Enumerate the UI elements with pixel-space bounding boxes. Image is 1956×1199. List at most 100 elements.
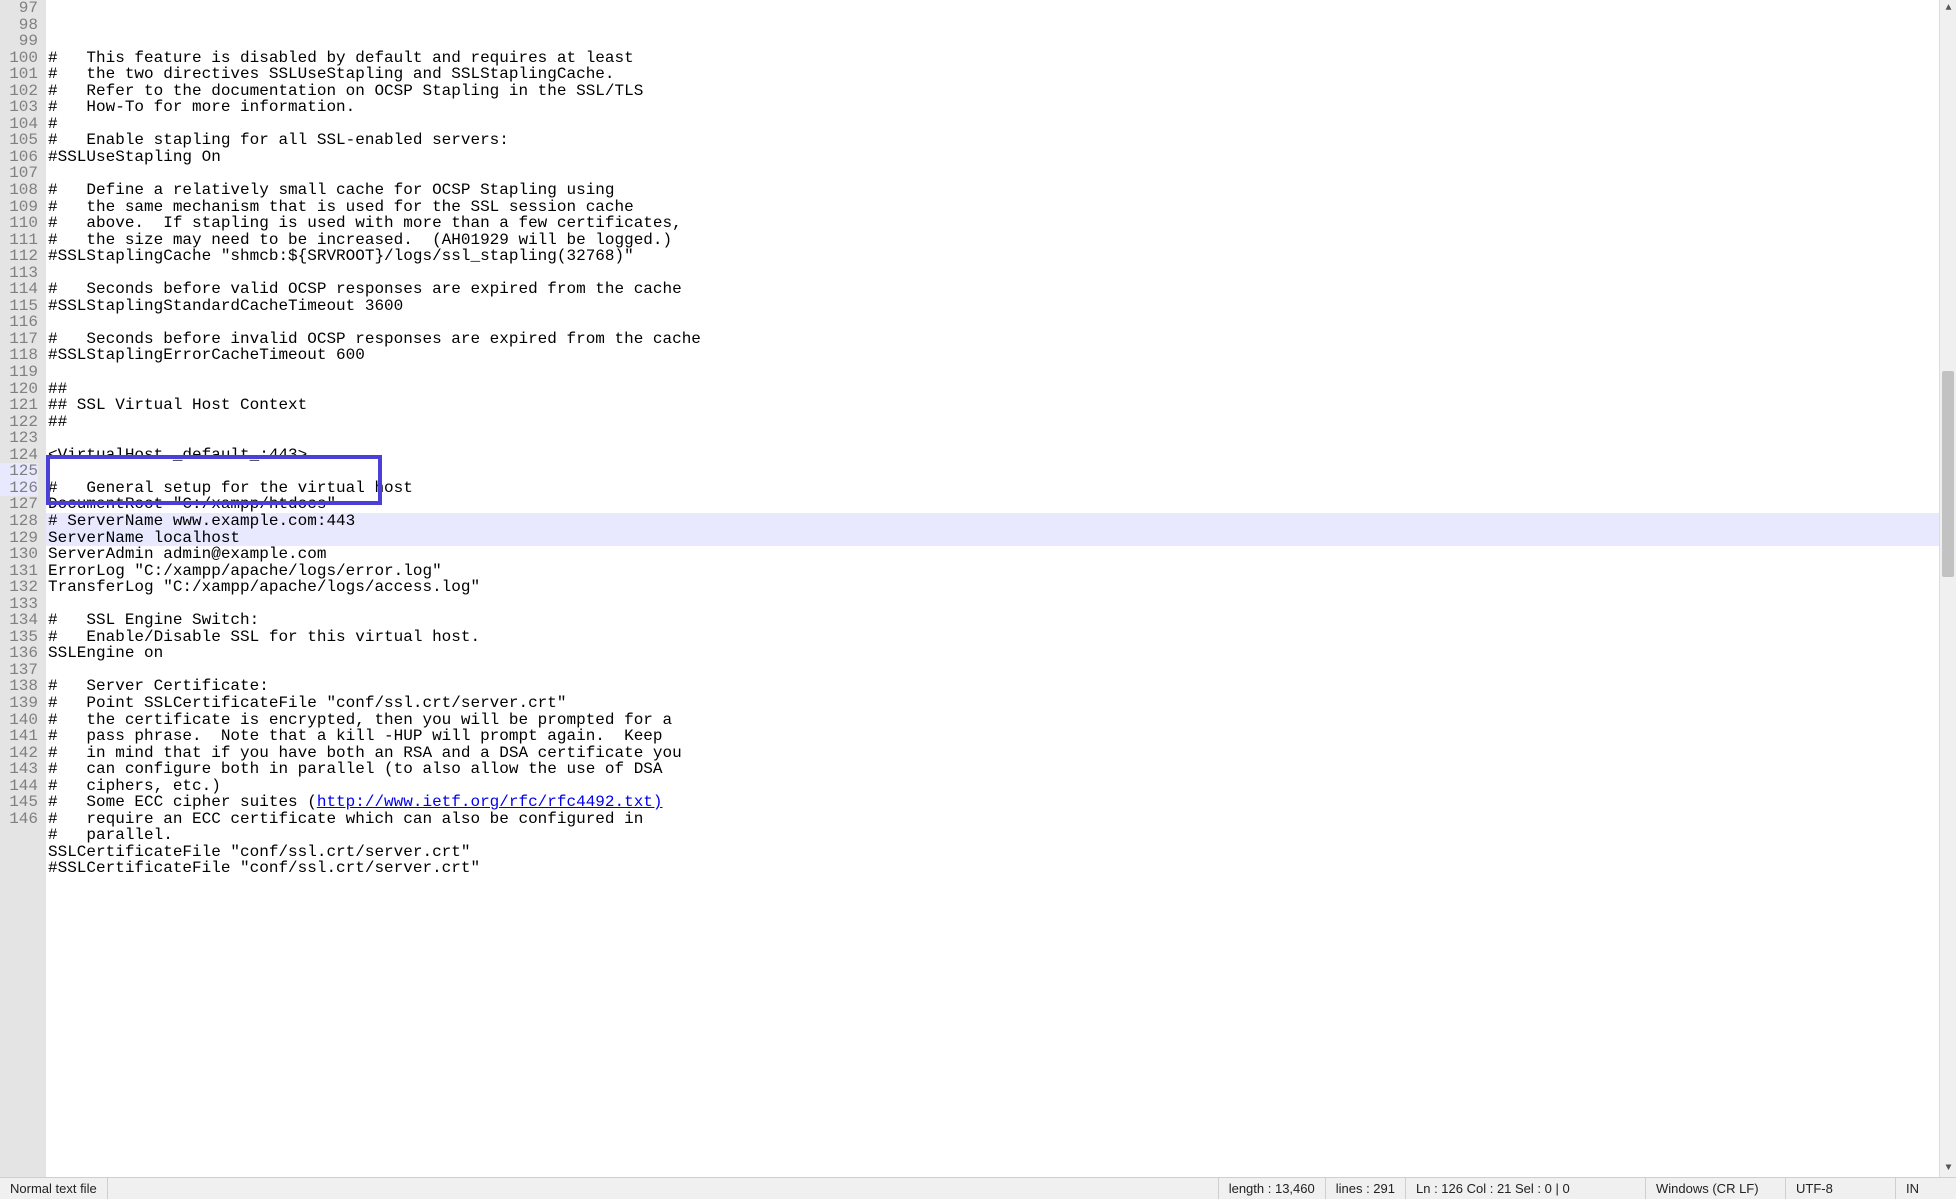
code-line[interactable]: #SSLUseStapling On xyxy=(46,149,1939,166)
code-line[interactable]: # Enable stapling for all SSL-enabled se… xyxy=(46,132,1939,149)
line-number: 118 xyxy=(0,347,38,364)
code-line[interactable]: # the size may need to be increased. (AH… xyxy=(46,232,1939,249)
code-line[interactable]: # xyxy=(46,116,1939,133)
line-number: 112 xyxy=(0,248,38,265)
line-number: 98 xyxy=(0,17,38,34)
code-line[interactable]: # This feature is disabled by default an… xyxy=(46,50,1939,67)
line-number: 128 xyxy=(0,513,38,530)
code-line[interactable]: #SSLStaplingStandardCacheTimeout 3600 xyxy=(46,298,1939,315)
code-line[interactable]: # ciphers, etc.) xyxy=(46,778,1939,795)
code-line[interactable]: # Seconds before valid OCSP responses ar… xyxy=(46,281,1939,298)
code-line[interactable]: ## xyxy=(46,414,1939,431)
code-line[interactable]: <VirtualHost _default_:443> xyxy=(46,447,1939,464)
code-line[interactable]: # the certificate is encrypted, then you… xyxy=(46,712,1939,729)
hyperlink[interactable]: http://www.ietf.org/rfc/rfc4492.txt) xyxy=(317,793,663,811)
code-line[interactable]: ServerName localhost xyxy=(46,530,1939,547)
line-number: 101 xyxy=(0,66,38,83)
code-line[interactable] xyxy=(46,430,1939,447)
code-line[interactable]: #SSLStaplingErrorCacheTimeout 600 xyxy=(46,347,1939,364)
line-number: 104 xyxy=(0,116,38,133)
line-number: 140 xyxy=(0,712,38,729)
line-number: 126 xyxy=(0,480,38,497)
code-line[interactable]: # the two directives SSLUseStapling and … xyxy=(46,66,1939,83)
code-line[interactable]: # How-To for more information. xyxy=(46,99,1939,116)
line-number: 97 xyxy=(0,0,38,17)
code-line[interactable]: # require an ECC certificate which can a… xyxy=(46,811,1939,828)
code-line[interactable]: # General setup for the virtual host xyxy=(46,480,1939,497)
line-number: 143 xyxy=(0,761,38,778)
line-number: 135 xyxy=(0,629,38,646)
status-eol: Windows (CR LF) xyxy=(1646,1178,1786,1199)
code-line[interactable]: # Define a relatively small cache for OC… xyxy=(46,182,1939,199)
code-line[interactable]: # pass phrase. Note that a kill -HUP wil… xyxy=(46,728,1939,745)
code-line[interactable]: DocumentRoot "C:/xampp/htdocs" xyxy=(46,496,1939,513)
line-number: 121 xyxy=(0,397,38,414)
status-bar: Normal text file length : 13,460 lines :… xyxy=(0,1177,1956,1199)
line-number: 138 xyxy=(0,678,38,695)
line-number: 137 xyxy=(0,662,38,679)
line-number: 133 xyxy=(0,596,38,613)
line-number: 105 xyxy=(0,132,38,149)
code-line[interactable]: #SSLStaplingCache "shmcb:${SRVROOT}/logs… xyxy=(46,248,1939,265)
code-line[interactable]: # Refer to the documentation on OCSP Sta… xyxy=(46,83,1939,100)
code-line[interactable] xyxy=(46,314,1939,331)
code-line[interactable]: ErrorLog "C:/xampp/apache/logs/error.log… xyxy=(46,563,1939,580)
scroll-up-arrow[interactable]: ▲ xyxy=(1940,0,1956,17)
line-number: 127 xyxy=(0,496,38,513)
line-number: 124 xyxy=(0,447,38,464)
code-line[interactable] xyxy=(46,364,1939,381)
code-line[interactable] xyxy=(46,463,1939,480)
vertical-scrollbar[interactable]: ▲ ▼ xyxy=(1939,0,1956,1177)
code-line[interactable]: # parallel. xyxy=(46,827,1939,844)
code-line[interactable]: # Point SSLCertificateFile "conf/ssl.crt… xyxy=(46,695,1939,712)
line-number: 110 xyxy=(0,215,38,232)
line-number: 108 xyxy=(0,182,38,199)
code-line[interactable]: #SSLCertificateFile "conf/ssl.crt/server… xyxy=(46,860,1939,877)
status-insert-mode: IN xyxy=(1896,1178,1956,1199)
line-number: 136 xyxy=(0,645,38,662)
code-line[interactable]: ## xyxy=(46,381,1939,398)
scrollbar-thumb[interactable] xyxy=(1942,371,1954,577)
line-number: 114 xyxy=(0,281,38,298)
line-number: 125 xyxy=(0,463,38,480)
code-line[interactable]: # the same mechanism that is used for th… xyxy=(46,199,1939,216)
code-line[interactable]: # SSL Engine Switch: xyxy=(46,612,1939,629)
line-number: 146 xyxy=(0,811,38,828)
status-encoding: UTF-8 xyxy=(1786,1178,1896,1199)
status-file-type: Normal text file xyxy=(0,1178,108,1199)
line-number: 119 xyxy=(0,364,38,381)
scrollbar-track[interactable] xyxy=(1940,17,1956,1160)
code-line[interactable]: # can configure both in parallel (to als… xyxy=(46,761,1939,778)
code-line[interactable]: ServerAdmin admin@example.com xyxy=(46,546,1939,563)
line-number: 130 xyxy=(0,546,38,563)
code-line[interactable]: # ServerName www.example.com:443 xyxy=(46,513,1939,530)
line-number: 106 xyxy=(0,149,38,166)
code-line[interactable] xyxy=(46,165,1939,182)
status-lines: lines : 291 xyxy=(1326,1178,1406,1199)
code-line[interactable] xyxy=(46,662,1939,679)
line-number: 117 xyxy=(0,331,38,348)
line-number: 145 xyxy=(0,794,38,811)
line-number: 102 xyxy=(0,83,38,100)
code-line[interactable]: # Some ECC cipher suites (http://www.iet… xyxy=(46,794,1939,811)
code-line[interactable]: SSLCertificateFile "conf/ssl.crt/server.… xyxy=(46,844,1939,861)
code-line[interactable] xyxy=(46,596,1939,613)
code-line[interactable]: # Seconds before invalid OCSP responses … xyxy=(46,331,1939,348)
status-spacer xyxy=(108,1178,1219,1199)
code-line[interactable]: # Enable/Disable SSL for this virtual ho… xyxy=(46,629,1939,646)
line-number: 113 xyxy=(0,265,38,282)
editor-area[interactable]: 9798991001011021031041051061071081091101… xyxy=(0,0,1956,1177)
code-line[interactable]: ## SSL Virtual Host Context xyxy=(46,397,1939,414)
line-number: 103 xyxy=(0,99,38,116)
code-line[interactable] xyxy=(46,265,1939,282)
line-number: 100 xyxy=(0,50,38,67)
code-line[interactable]: # Server Certificate: xyxy=(46,678,1939,695)
status-position: Ln : 126 Col : 21 Sel : 0 | 0 xyxy=(1406,1178,1646,1199)
code-line[interactable]: SSLEngine on xyxy=(46,645,1939,662)
code-line[interactable]: # above. If stapling is used with more t… xyxy=(46,215,1939,232)
code-line[interactable]: # in mind that if you have both an RSA a… xyxy=(46,745,1939,762)
code-line[interactable]: TransferLog "C:/xampp/apache/logs/access… xyxy=(46,579,1939,596)
line-number: 141 xyxy=(0,728,38,745)
code-content[interactable]: # This feature is disabled by default an… xyxy=(46,0,1939,1177)
scroll-down-arrow[interactable]: ▼ xyxy=(1940,1160,1956,1177)
